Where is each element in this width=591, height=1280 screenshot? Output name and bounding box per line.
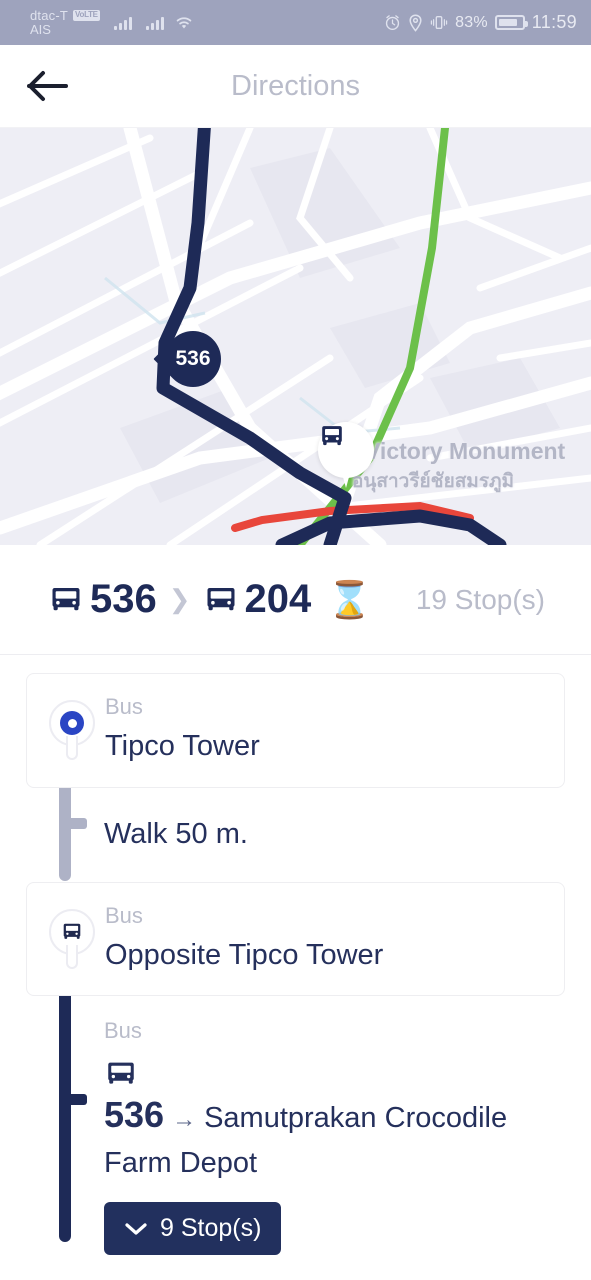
battery-icon xyxy=(494,15,528,30)
volte-badge: VoLTE xyxy=(73,10,100,21)
summary-total-stops: 19 Stop(s) xyxy=(415,583,545,615)
itinerary-ride-segment: Bus 536 → Samutprakan Crocodile Farm Depot… xyxy=(26,996,565,1280)
itinerary-stop-name: Tipco Tower xyxy=(105,730,260,763)
walk-distance-label: Walk 50 m. xyxy=(104,818,248,851)
pin-stem xyxy=(66,944,78,969)
itinerary-list: Bus Tipco Tower Walk 50 m. Bus Opposite … xyxy=(0,655,591,1280)
page-title: Directions xyxy=(231,69,360,102)
expand-stops-label: 9 Stop(s) xyxy=(160,1214,262,1243)
signal-icon xyxy=(113,15,132,30)
summary-leg-1[interactable]: 536 xyxy=(48,577,157,622)
wifi-icon xyxy=(174,15,194,30)
location-icon xyxy=(408,13,423,32)
pin-stem xyxy=(66,736,78,760)
itinerary-kind-label: Bus xyxy=(105,694,143,719)
carrier-name-primary: dtac-T xyxy=(30,7,69,23)
carrier-name-secondary: AIS xyxy=(30,21,51,37)
origin-pin xyxy=(49,700,95,760)
bus-stop-pin-icon xyxy=(60,920,84,944)
hourglass-icon: ⌛ xyxy=(327,578,373,620)
ride-route-number: 536 xyxy=(104,1093,165,1135)
itinerary-card-origin[interactable]: Bus Tipco Tower xyxy=(26,673,565,788)
arrow-left-icon xyxy=(26,69,68,103)
arrow-right-icon: → xyxy=(172,1105,197,1133)
signal-icon-secondary xyxy=(145,15,164,30)
itinerary-kind-label: Bus xyxy=(105,902,143,928)
map-bus-stop-marker[interactable] xyxy=(318,422,374,492)
summary-leg-1-number: 536 xyxy=(90,577,157,621)
map-view[interactable]: Victory Monument อนุสาวรีย์ชัยสมรภูมิ RA… xyxy=(0,128,591,545)
bus-stop-pin xyxy=(49,908,95,969)
itinerary-walk-segment: Walk 50 m. xyxy=(26,788,565,882)
summary-leg-2[interactable]: 204 xyxy=(203,577,312,622)
carrier-info: dtac-T VoLTE AIS xyxy=(30,9,100,36)
map-route-pin-536-upper[interactable]: 536 xyxy=(153,319,233,399)
itinerary-kind-label: Bus xyxy=(104,1018,142,1044)
vibrate-icon xyxy=(430,14,448,31)
summary-leg-2-number: 204 xyxy=(244,577,312,621)
chevron-down-icon xyxy=(124,1221,148,1237)
battery-percent-label: 83% xyxy=(455,13,488,31)
status-right-cluster: 83% 11:59 xyxy=(384,0,577,45)
origin-dot-icon xyxy=(60,711,84,735)
alarm-icon xyxy=(384,14,401,31)
bus-icon xyxy=(104,1057,539,1091)
chevron-right-icon: ❯ xyxy=(168,584,191,614)
expand-stops-button[interactable]: 9 Stop(s) xyxy=(104,1202,282,1256)
itinerary-stop-name: Opposite Tipco Tower xyxy=(105,939,384,972)
map-canvas xyxy=(0,128,591,545)
status-bar: dtac-T VoLTE AIS 83% 11:59 xyxy=(0,0,591,45)
bus-icon xyxy=(203,582,239,618)
route-summary-bar: 536 ❯ 204 ⌛ 19 Stop(s) xyxy=(0,545,591,655)
back-button[interactable] xyxy=(16,69,78,103)
app-header: Directions xyxy=(0,45,591,128)
ride-headline: 536 → Samutprakan Crocodile Farm Depot xyxy=(104,1057,539,1183)
status-clock: 11:59 xyxy=(531,12,577,32)
directions-screen: dtac-T VoLTE AIS 83% 11:59 Directions Vi… xyxy=(0,0,591,1280)
carrier-primary-row: dtac-T VoLTE xyxy=(30,9,100,23)
bus-icon xyxy=(48,582,84,618)
pin-label: 536 xyxy=(175,347,211,370)
itinerary-card-boarding-stop[interactable]: Bus Opposite Tipco Tower xyxy=(26,881,565,997)
